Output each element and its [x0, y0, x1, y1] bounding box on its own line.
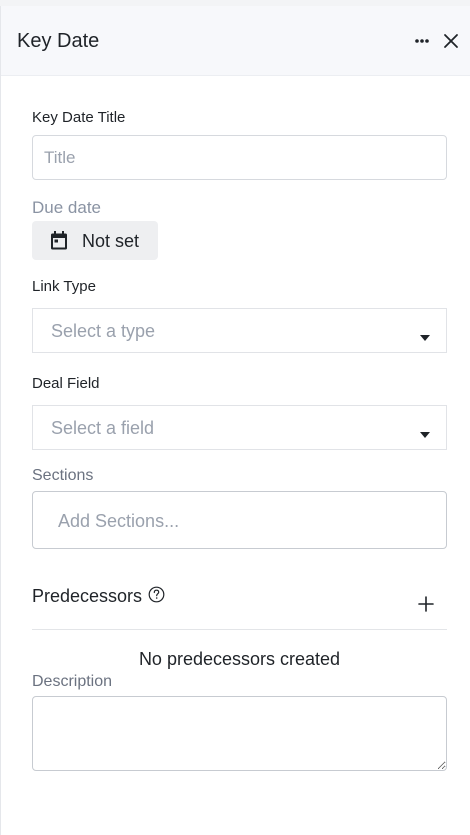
- add-predecessor-icon[interactable]: [418, 596, 434, 612]
- panel-title: Key Date: [17, 30, 100, 52]
- caret-down-icon: [420, 328, 430, 341]
- due-date-value: Not set: [82, 231, 140, 251]
- sections-label: Sections: [32, 467, 94, 484]
- deal-field-label: Deal Field: [32, 375, 100, 392]
- calendar-icon: [49, 230, 69, 251]
- predecessors-divider: [32, 629, 447, 630]
- caret-down-icon: [420, 425, 430, 438]
- predecessors-heading: Predecessors: [32, 586, 143, 606]
- close-icon[interactable]: [442, 32, 460, 50]
- key-date-title-label: Key Date Title: [32, 109, 126, 126]
- panel-header: Key Date: [1, 6, 470, 76]
- due-date-label: Due date: [32, 198, 101, 217]
- link-type-label: Link Type: [32, 278, 96, 295]
- deal-field-select[interactable]: Select a field: [32, 405, 447, 450]
- description-label: Description: [32, 673, 113, 690]
- description-textarea[interactable]: [32, 696, 447, 771]
- more-horizontal-icon[interactable]: [411, 32, 433, 50]
- link-type-placeholder: Select a type: [51, 321, 156, 341]
- help-circle-icon[interactable]: [148, 586, 165, 603]
- sections-input[interactable]: Add Sections...: [32, 491, 447, 549]
- key-date-title-input[interactable]: [32, 135, 447, 180]
- deal-field-placeholder: Select a field: [51, 418, 155, 438]
- predecessors-empty-message: No predecessors created: [138, 649, 341, 669]
- due-date-button[interactable]: Not set: [32, 221, 158, 260]
- key-date-panel: Key Date Key Date Title Due date: [0, 6, 470, 835]
- sections-placeholder: Add Sections...: [58, 511, 180, 531]
- link-type-select[interactable]: Select a type: [32, 308, 447, 353]
